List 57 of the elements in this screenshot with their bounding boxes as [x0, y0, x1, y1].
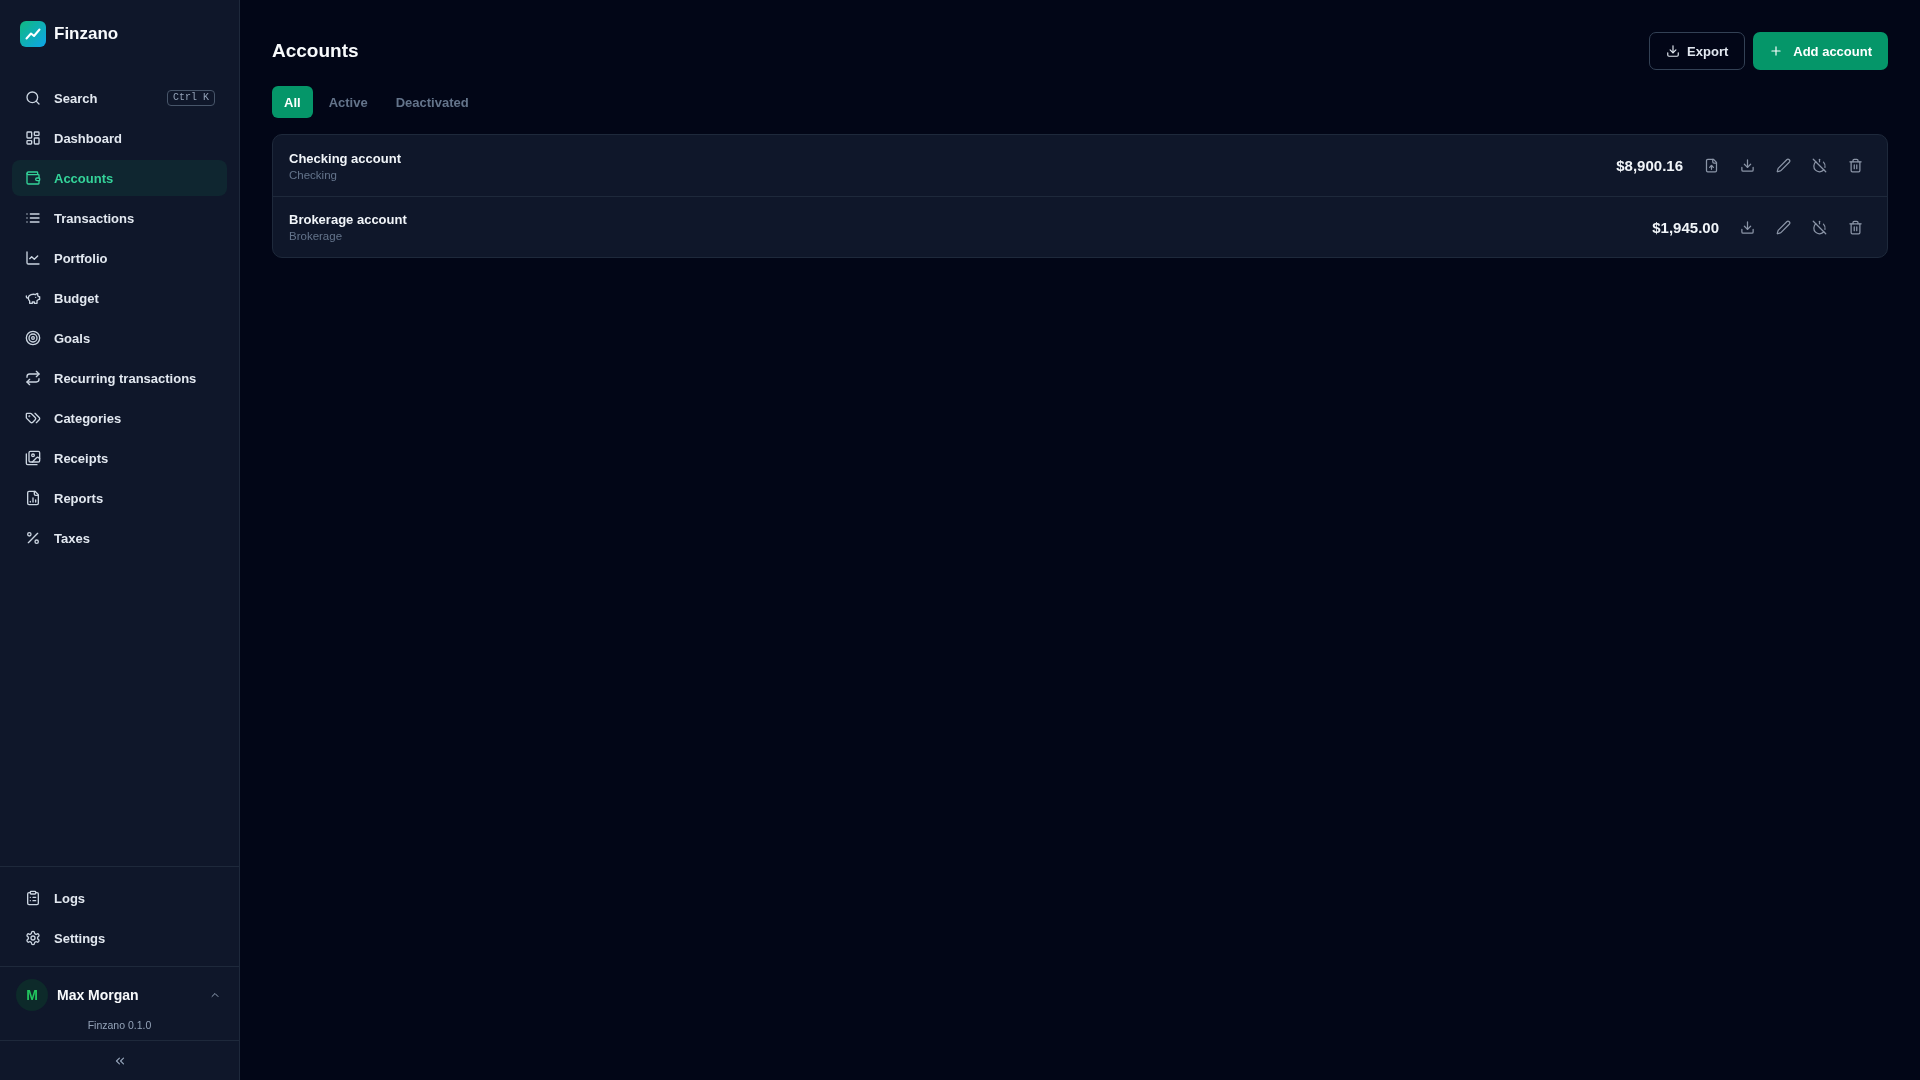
download-icon — [1666, 44, 1681, 58]
page-title: Accounts — [272, 40, 359, 62]
wallet-icon — [25, 170, 41, 186]
pencil-icon — [1775, 219, 1791, 235]
tags-icon — [25, 410, 41, 426]
filter-tab[interactable]: Active — [316, 86, 380, 118]
images-icon — [25, 450, 41, 466]
percent-icon — [25, 530, 41, 546]
avatar: M — [16, 979, 48, 1011]
sidebar-item[interactable]: Dashboard — [12, 120, 227, 156]
account-balance: $8,900.16 — [1616, 157, 1683, 174]
file-upload-icon — [1703, 158, 1719, 173]
sidebar-item[interactable]: Budget — [12, 280, 227, 316]
filter-tab[interactable]: All — [272, 86, 313, 118]
target-icon — [25, 330, 41, 346]
filter-tab[interactable]: Deactivated — [383, 86, 481, 118]
sidebar-item[interactable]: Logs — [12, 880, 227, 916]
account-name: Brokerage account — [289, 212, 407, 227]
dashboard-grid-icon — [25, 130, 41, 146]
clipboard-list-icon — [25, 890, 41, 906]
sidebar-item[interactable]: Recurring transactions — [12, 360, 227, 396]
sidebar-item[interactable]: Categories — [12, 400, 227, 436]
sidebar-item[interactable]: Accounts — [12, 160, 227, 196]
file-chart-icon — [25, 490, 41, 506]
account-type: Checking — [289, 168, 338, 181]
shortcut-hint: Ctrl K — [167, 90, 215, 106]
line-chart-icon — [25, 250, 41, 266]
search-item[interactable]: Search Ctrl K — [12, 80, 227, 116]
power-off-icon — [1811, 219, 1827, 235]
export-button[interactable]: Export — [1649, 32, 1746, 70]
pencil-icon — [1775, 158, 1791, 173]
piggy-bank-icon — [25, 290, 41, 306]
plus-icon — [1769, 44, 1784, 58]
sidebar-item[interactable]: Transactions — [12, 200, 227, 236]
account-balance: $1,945.00 — [1652, 218, 1719, 236]
user-name: Max Morgan — [57, 987, 140, 1003]
search-icon — [25, 90, 41, 106]
list-icon — [25, 210, 41, 226]
sidebar-item[interactable]: Taxes — [12, 520, 227, 556]
sidebar-item[interactable]: Portfolio — [12, 240, 227, 276]
download-icon — [1739, 219, 1755, 235]
trend-line-logo-icon — [20, 21, 46, 47]
app-name: Finzano — [54, 24, 119, 44]
account-type: Brokerage — [289, 230, 344, 242]
sidebar-item[interactable]: Settings — [12, 920, 227, 956]
trash-icon — [1847, 219, 1863, 235]
trash-icon — [1847, 158, 1863, 173]
repeat-arrows-icon — [25, 370, 41, 386]
add-account-button[interactable]: Add account — [1753, 32, 1888, 70]
sidebar-item[interactable]: Goals — [12, 320, 227, 356]
sidebar-item[interactable]: Reports — [12, 480, 227, 516]
account-name: Checking account — [289, 150, 401, 166]
power-off-icon — [1811, 158, 1827, 173]
sidebar-item[interactable]: Receipts — [12, 440, 227, 476]
download-icon — [1739, 158, 1755, 173]
version-label: Finzano 0.1.0 — [86, 1019, 153, 1031]
settings-icon — [25, 930, 41, 946]
